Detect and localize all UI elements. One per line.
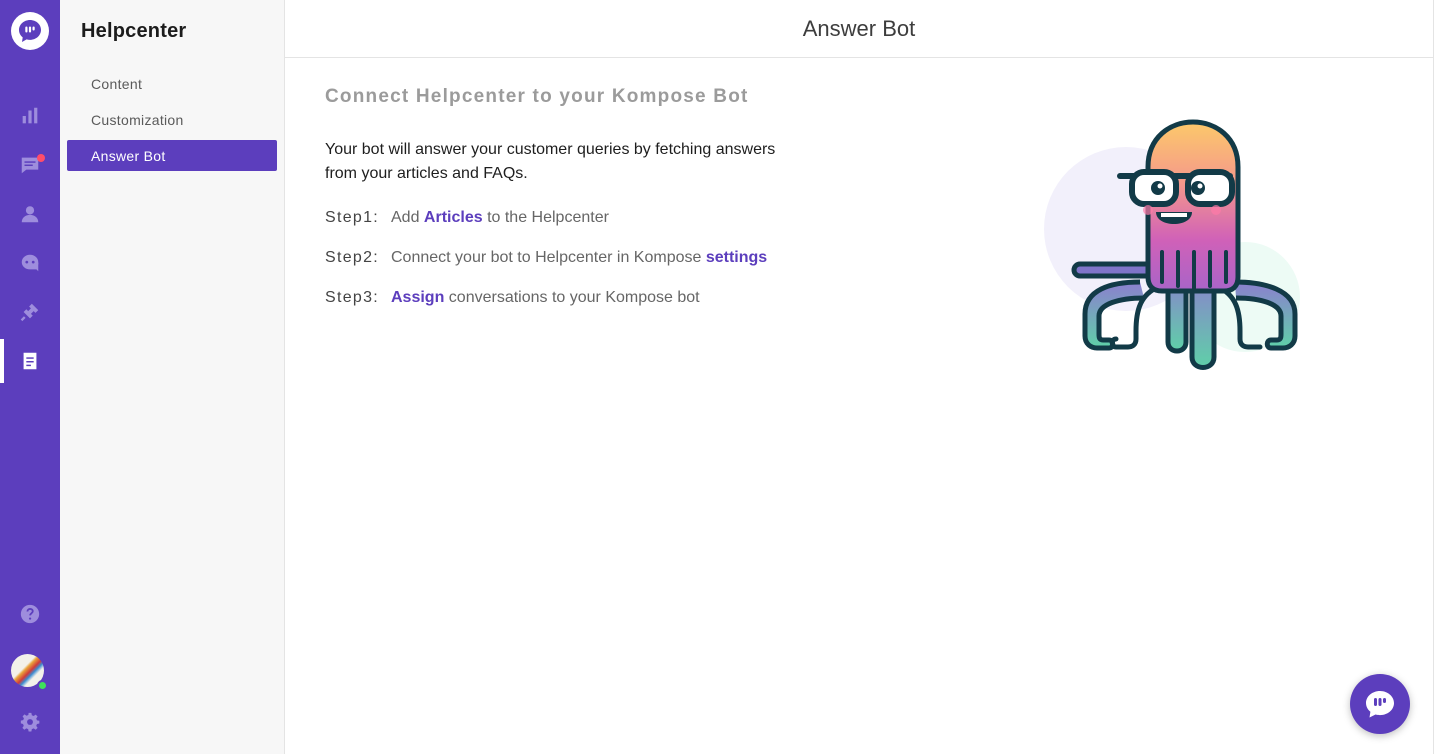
helpcenter-sidebar: Helpcenter Content Customization Answer … xyxy=(60,0,285,754)
settings-link[interactable]: settings xyxy=(706,249,767,267)
step-text: Add xyxy=(391,209,424,226)
step-1: Step1: Add Articles to the Helpcenter xyxy=(325,206,805,230)
step-label: Step1: xyxy=(325,209,380,226)
help-icon[interactable] xyxy=(0,599,60,629)
step-label: Step2: xyxy=(325,249,380,266)
app-logo-icon[interactable] xyxy=(11,12,49,50)
articles-link[interactable]: Articles xyxy=(424,209,483,227)
bot-icon[interactable] xyxy=(0,248,60,278)
assign-link[interactable]: Assign xyxy=(391,289,444,307)
helpcenter-icon[interactable] xyxy=(0,346,60,376)
notification-dot xyxy=(37,154,45,162)
chat-bubble-icon xyxy=(1366,691,1394,718)
icon-rail xyxy=(0,0,60,754)
main-content: Connect Helpcenter to your Kompose Bot Y… xyxy=(325,86,805,310)
integrations-icon[interactable] xyxy=(0,297,60,327)
right-edge xyxy=(1433,0,1440,754)
step-text: Connect your bot to Helpcenter in Kompos… xyxy=(391,249,706,266)
step-3: Step3: Assign conversations to your Komp… xyxy=(325,286,805,310)
sidebar-title: Helpcenter xyxy=(81,20,187,42)
section-heading: Connect Helpcenter to your Kompose Bot xyxy=(325,86,749,107)
step-text: to the Helpcenter xyxy=(482,209,609,226)
chat-launcher-button[interactable] xyxy=(1350,674,1410,734)
reports-icon[interactable] xyxy=(0,101,60,131)
page-title: Answer Bot xyxy=(802,15,916,41)
octopus-bot-illustration xyxy=(1044,119,1300,370)
page-header: Answer Bot xyxy=(285,0,1433,58)
step-text: conversations to your Kompose bot xyxy=(444,289,700,306)
step-2: Step2: Connect your bot to Helpcenter in… xyxy=(325,246,805,270)
conversations-icon[interactable] xyxy=(0,150,60,180)
sidebar-item-customization[interactable]: Customization xyxy=(67,104,277,135)
step-label: Step3: xyxy=(325,289,380,306)
users-icon[interactable] xyxy=(0,199,60,229)
description: Your bot will answer your customer queri… xyxy=(325,141,776,182)
app-root: Helpcenter Content Customization Answer … xyxy=(0,0,1440,754)
online-status-dot xyxy=(37,680,48,691)
sidebar-item-content[interactable]: Content xyxy=(67,68,277,99)
sidebar-item-answer-bot[interactable]: Answer Bot xyxy=(67,140,277,171)
settings-icon[interactable] xyxy=(0,707,60,737)
